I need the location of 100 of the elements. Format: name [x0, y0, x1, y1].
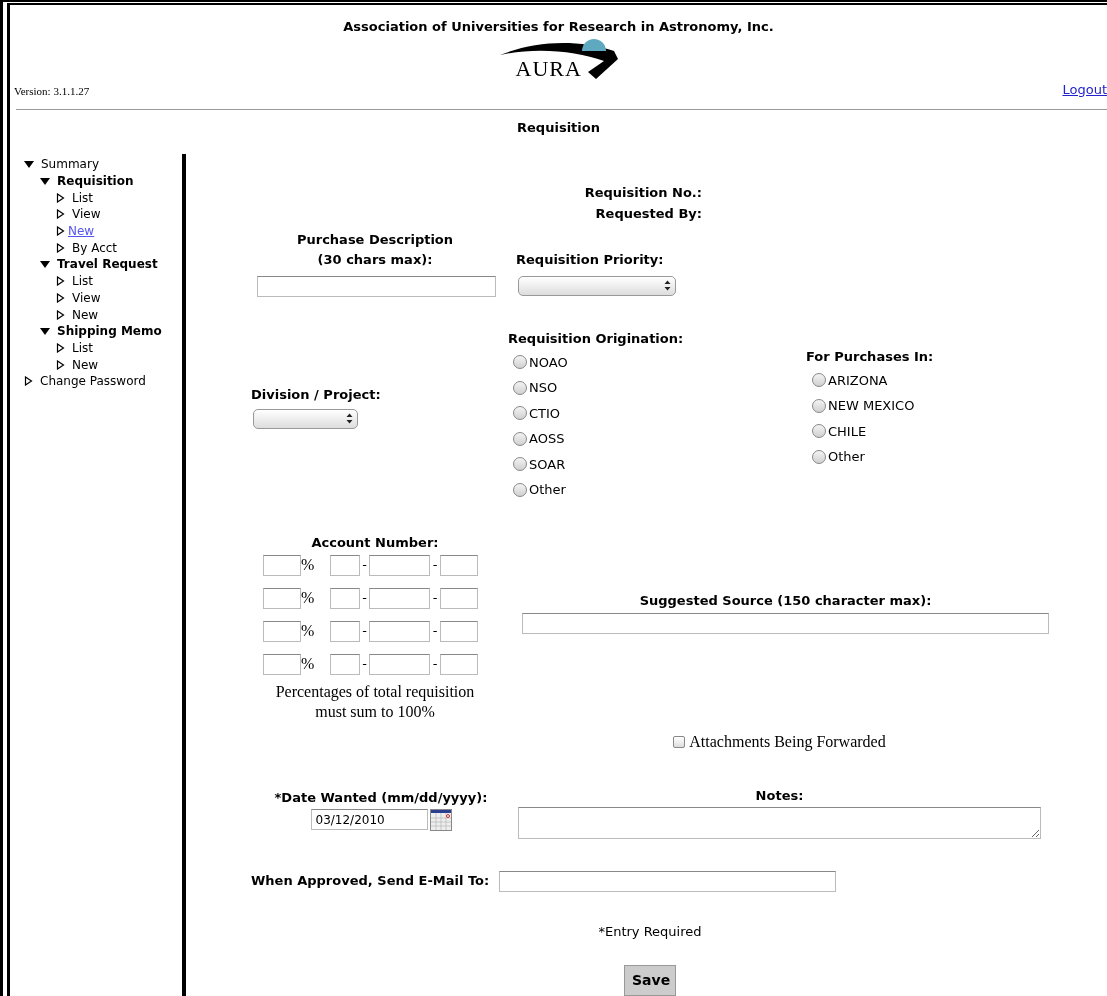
- tree-group-label[interactable]: Travel Request: [57, 255, 158, 274]
- percent-sign: %: [301, 588, 316, 608]
- expanded-triangle-icon[interactable]: [40, 176, 50, 186]
- notes-textarea[interactable]: [518, 806, 1041, 839]
- radio-label: AOSS: [529, 430, 565, 448]
- radio-button[interactable]: [812, 398, 826, 413]
- text-field[interactable]: [330, 587, 360, 609]
- account-number-label: Account Number:: [311, 533, 439, 552]
- text-field[interactable]: [440, 620, 478, 642]
- text-field[interactable]: [369, 554, 430, 576]
- text-field[interactable]: [369, 653, 430, 675]
- text-field[interactable]: [440, 653, 478, 675]
- requested-by-label: Requested By:: [595, 205, 702, 223]
- checkbox-label: Attachments Being Forwarded: [689, 732, 886, 753]
- collapsed-triangle-icon[interactable]: [24, 376, 33, 387]
- suggested-source-label: Suggested Source (150 character max):: [639, 591, 932, 610]
- dash-separator: -: [361, 622, 368, 641]
- calendar-icon[interactable]: [429, 808, 452, 831]
- tree-link[interactable]: New: [72, 355, 99, 374]
- dash-separator: -: [431, 622, 439, 641]
- expanded-triangle-icon[interactable]: [40, 259, 50, 269]
- text-field[interactable]: [330, 620, 360, 642]
- expanded-triangle-icon[interactable]: [24, 159, 34, 169]
- radio-label: NSO: [529, 379, 558, 397]
- text-field[interactable]: [263, 620, 301, 642]
- text-field[interactable]: [257, 276, 496, 297]
- radio-label: NEW MEXICO: [828, 397, 915, 415]
- collapsed-triangle-icon[interactable]: [56, 309, 65, 320]
- radio-button[interactable]: [513, 380, 527, 395]
- tree-group-label[interactable]: Shipping Memo: [57, 322, 162, 341]
- logout-link[interactable]: Logout: [1062, 79, 1107, 99]
- text-field[interactable]: [263, 653, 301, 675]
- tree-link[interactable]: List: [72, 338, 93, 357]
- save-button[interactable]: Save: [624, 965, 676, 996]
- purchase-description-label: Purchase Description (30 chars max):: [295, 231, 455, 269]
- required-note: *Entry Required: [598, 922, 702, 941]
- logo-text: AURA: [515, 57, 582, 80]
- text-field[interactable]: [522, 613, 1049, 634]
- updown-arrows-icon: [664, 280, 671, 291]
- text-field[interactable]: [263, 587, 301, 609]
- text-field[interactable]: [330, 653, 360, 675]
- radio-button[interactable]: [812, 424, 826, 439]
- dropdown-select[interactable]: [253, 408, 358, 429]
- dash-separator: -: [431, 589, 439, 608]
- radio-label: SOAR: [529, 455, 566, 474]
- percent-sign: %: [301, 621, 316, 641]
- percentages-note: Percentages of total requisition must sum to 100%: [274, 682, 476, 722]
- tree-group-label[interactable]: Summary: [41, 155, 99, 174]
- radio-button[interactable]: [513, 355, 527, 370]
- page-title: Requisition: [517, 119, 600, 137]
- expanded-triangle-icon[interactable]: [40, 326, 50, 336]
- radio-label: CTIO: [529, 404, 561, 423]
- tree-link[interactable]: List: [72, 272, 93, 291]
- collapsed-triangle-icon[interactable]: [56, 342, 65, 353]
- radio-button[interactable]: [513, 457, 527, 472]
- percent-sign: %: [301, 654, 316, 674]
- text-field[interactable]: [369, 587, 430, 609]
- text-field[interactable]: [440, 587, 478, 609]
- requisition-no-label: Requisition No.:: [584, 184, 702, 202]
- tree-link[interactable]: By Acct: [72, 238, 118, 257]
- radio-label: Other: [529, 481, 566, 499]
- text-field[interactable]: [330, 554, 360, 576]
- notes-label: Notes:: [755, 787, 804, 805]
- collapsed-triangle-icon[interactable]: [56, 359, 65, 370]
- collapsed-triangle-icon[interactable]: [56, 242, 65, 253]
- collapsed-triangle-icon[interactable]: [56, 226, 65, 237]
- dropdown-select[interactable]: [518, 275, 676, 296]
- date-wanted-label: *Date Wanted (mm/dd/yyyy):: [274, 789, 488, 807]
- date-field[interactable]: 03/12/2010: [310, 809, 428, 830]
- purchases-in-label: For Purchases In:: [806, 348, 934, 366]
- email-field[interactable]: [499, 870, 836, 892]
- collapsed-triangle-icon[interactable]: [56, 209, 65, 220]
- checkbox[interactable]: [673, 736, 686, 748]
- dash-separator: -: [361, 655, 368, 674]
- tree-link[interactable]: View: [72, 205, 101, 224]
- text-field[interactable]: [369, 620, 430, 642]
- collapsed-triangle-icon[interactable]: [56, 292, 65, 303]
- tree-link[interactable]: View: [72, 288, 101, 307]
- organization-title: Association of Universities for Research in Astronomy, Inc.: [343, 18, 774, 36]
- dash-separator: -: [361, 556, 368, 575]
- text-field[interactable]: [263, 554, 301, 576]
- radio-button[interactable]: [812, 373, 826, 388]
- radio-label: ARIZONA: [828, 371, 888, 390]
- radio-button[interactable]: [513, 431, 527, 446]
- tree-link[interactable]: New: [68, 222, 95, 241]
- text-field[interactable]: [440, 554, 478, 576]
- radio-button[interactable]: [812, 449, 826, 464]
- radio-label: NOAO: [529, 353, 568, 372]
- collapsed-triangle-icon[interactable]: [56, 192, 65, 203]
- radio-button[interactable]: [513, 482, 527, 497]
- origination-label: Requisition Origination:: [508, 330, 685, 348]
- tree-link[interactable]: Change Password: [40, 372, 146, 391]
- division-label: Division / Project:: [251, 386, 381, 404]
- percent-sign: %: [301, 555, 316, 575]
- collapsed-triangle-icon[interactable]: [56, 276, 65, 287]
- tree-link[interactable]: List: [72, 188, 93, 207]
- radio-button[interactable]: [513, 406, 527, 421]
- dash-separator: -: [431, 556, 439, 575]
- tree-group-label[interactable]: Requisition: [57, 172, 134, 191]
- tree-link[interactable]: New: [72, 305, 99, 324]
